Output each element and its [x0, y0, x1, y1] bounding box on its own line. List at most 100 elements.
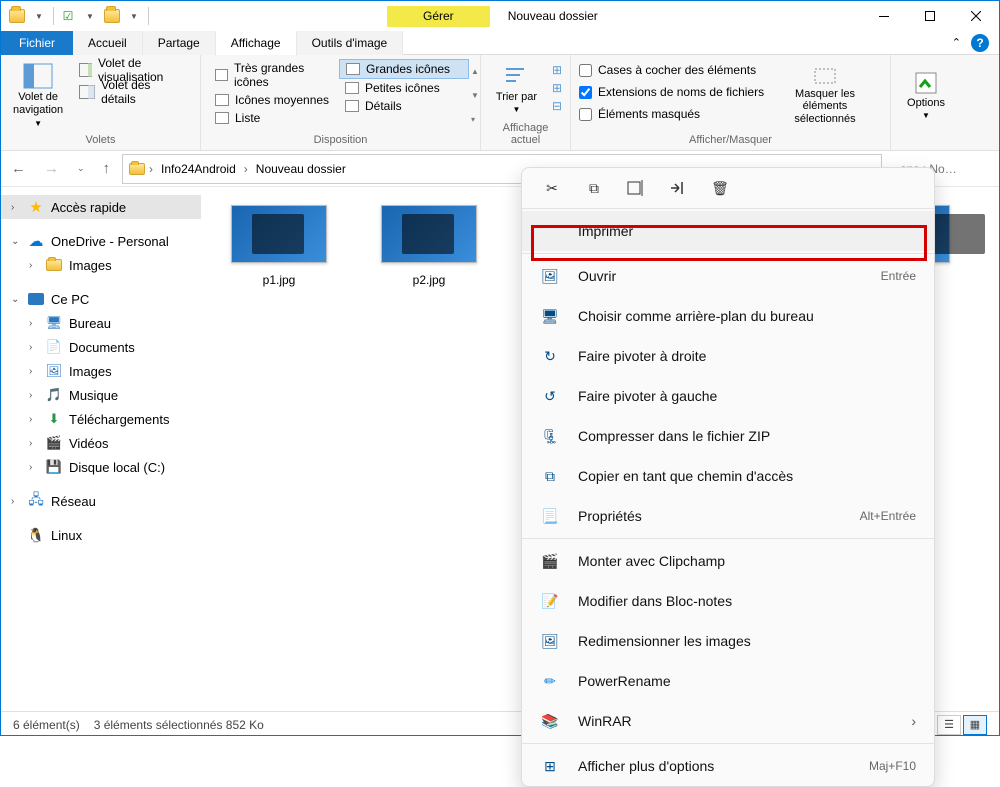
- share-icon[interactable]: [668, 178, 688, 198]
- resize-icon: 🖼: [540, 631, 560, 651]
- group-by-icon[interactable]: ⊞: [552, 63, 562, 77]
- hidden-items-toggle[interactable]: Éléments masqués: [579, 103, 769, 125]
- status-item-count: 6 élément(s): [13, 718, 80, 732]
- options-button[interactable]: Options▼: [899, 59, 953, 132]
- tree-documents[interactable]: ›📄Documents: [1, 335, 201, 359]
- gallery-down-icon[interactable]: ▼: [471, 91, 479, 100]
- tree-downloads[interactable]: ›⬇Téléchargements: [1, 407, 201, 431]
- forward-button[interactable]: →: [44, 160, 59, 177]
- cut-icon[interactable]: ✂: [542, 178, 562, 198]
- tab-file[interactable]: Fichier: [1, 31, 73, 55]
- fit-columns-icon[interactable]: ⊟: [552, 99, 562, 113]
- layout-gallery[interactable]: Très grandes icônes Icônes moyennes List…: [209, 59, 481, 132]
- copy-icon[interactable]: ⧉: [584, 178, 604, 198]
- ctx-winrar[interactable]: 📚WinRAR›: [522, 701, 934, 741]
- printer-icon: [540, 221, 560, 241]
- ctx-rotate-left[interactable]: ↺Faire pivoter à gauche: [522, 376, 934, 416]
- qat-dropdown-icon[interactable]: ▼: [31, 8, 47, 24]
- tree-music[interactable]: ›🎵Musique: [1, 383, 201, 407]
- help-icon[interactable]: ?: [971, 34, 989, 52]
- view-large-icons-toggle[interactable]: ▦: [963, 715, 987, 735]
- ctx-notepad[interactable]: 📝Modifier dans Bloc-notes: [522, 581, 934, 621]
- more-options-icon: ⊞: [540, 756, 560, 776]
- up-button[interactable]: ↑: [103, 160, 111, 177]
- view-details-toggle[interactable]: ☰: [937, 715, 961, 735]
- winrar-icon: 📚: [540, 711, 560, 731]
- ctx-powerrename[interactable]: ✏PowerRename: [522, 661, 934, 701]
- layout-details[interactable]: Détails: [339, 97, 469, 115]
- tree-cdrive[interactable]: ›💾Disque local (C:): [1, 455, 201, 479]
- crumb-folder[interactable]: Nouveau dossier: [252, 162, 350, 176]
- recent-dropdown[interactable]: ⌄: [77, 163, 85, 174]
- hide-selected-button[interactable]: Masquer les éléments sélectionnés: [777, 59, 873, 132]
- manage-contextual-tab[interactable]: Gérer: [387, 6, 490, 27]
- ctx-clipchamp[interactable]: 🎬Monter avec Clipchamp: [522, 541, 934, 581]
- layout-list[interactable]: Liste: [209, 109, 339, 127]
- documents-icon: 📄: [45, 339, 63, 355]
- crumb-root[interactable]: Info24Android: [157, 162, 240, 176]
- tree-onedrive[interactable]: ⌄☁OneDrive - Personal: [1, 229, 201, 253]
- quick-access-toolbar: ▼ ☑ ▼ ▼: [1, 7, 149, 25]
- rotate-left-icon: ↺: [540, 386, 560, 406]
- ctx-show-more[interactable]: ⊞Afficher plus d'optionsMaj+F10: [522, 746, 934, 786]
- ctx-properties[interactable]: 📃PropriétésAlt+Entrée: [522, 496, 934, 536]
- monitor-icon: [27, 291, 45, 307]
- close-button[interactable]: [953, 1, 999, 31]
- ctx-open[interactable]: 🖼OuvrirEntrée: [522, 256, 934, 296]
- tab-view[interactable]: Affichage: [216, 31, 297, 55]
- ctx-resize-images[interactable]: 🖼Redimensionner les images: [522, 621, 934, 661]
- tree-videos[interactable]: ›🎬Vidéos: [1, 431, 201, 455]
- tab-image-tools[interactable]: Outils d'image: [297, 31, 404, 55]
- file-item[interactable]: p2.jpg: [371, 205, 487, 287]
- ctx-copy-path[interactable]: ⧉Copier en tant que chemin d'accès: [522, 456, 934, 496]
- layout-small[interactable]: Petites icônes: [339, 79, 469, 97]
- collapse-ribbon-icon[interactable]: ⌃: [952, 36, 961, 49]
- folder-icon: [9, 8, 25, 24]
- tab-home[interactable]: Accueil: [73, 31, 143, 55]
- file-item[interactable]: p1.jpg: [221, 205, 337, 287]
- add-column-icon[interactable]: ⊞: [552, 81, 562, 95]
- layout-large[interactable]: Grandes icônes: [339, 59, 469, 79]
- group-showhide-label: Afficher/Masquer: [579, 132, 882, 146]
- tree-linux[interactable]: 🐧Linux: [1, 523, 201, 547]
- item-checkboxes-toggle[interactable]: Cases à cocher des éléments: [579, 59, 769, 81]
- layout-medium[interactable]: Icônes moyennes: [209, 91, 339, 109]
- qat-dropdown3-icon[interactable]: ▼: [126, 8, 142, 24]
- ctx-print[interactable]: Imprimer: [522, 211, 934, 251]
- drive-icon: 💾: [45, 459, 63, 475]
- checkbox-icon[interactable]: ☑: [60, 8, 76, 24]
- notepad-icon: 📝: [540, 591, 560, 611]
- ctx-rotate-right[interactable]: ↻Faire pivoter à droite: [522, 336, 934, 376]
- tree-this-pc[interactable]: ⌄Ce PC: [1, 287, 201, 311]
- ctx-set-background[interactable]: 🖥Choisir comme arrière-plan du bureau: [522, 296, 934, 336]
- tree-desktop[interactable]: ›🖥Bureau: [1, 311, 201, 335]
- tree-quick-access[interactable]: ›★Accès rapide: [1, 195, 201, 219]
- gallery-up-icon[interactable]: ▲: [471, 67, 479, 76]
- qat-dropdown2-icon[interactable]: ▼: [82, 8, 98, 24]
- maximize-button[interactable]: [907, 1, 953, 31]
- network-icon: 🖧: [27, 493, 45, 509]
- navigation-pane-button[interactable]: Volet de navigation ▼: [9, 59, 67, 132]
- group-panes-label: Volets: [9, 132, 192, 146]
- ctx-compress-zip[interactable]: 🗜Compresser dans le fichier ZIP: [522, 416, 934, 456]
- chevron-right-icon: ›: [911, 713, 916, 729]
- layout-extra-large[interactable]: Très grandes icônes: [209, 59, 339, 91]
- tree-network[interactable]: ›🖧Réseau: [1, 489, 201, 513]
- delete-icon[interactable]: 🗑: [710, 178, 730, 198]
- music-icon: 🎵: [45, 387, 63, 403]
- file-extensions-toggle[interactable]: Extensions de noms de fichiers: [579, 81, 769, 103]
- details-pane-button[interactable]: Volet des détails: [75, 81, 192, 103]
- minimize-button[interactable]: [861, 1, 907, 31]
- tree-images[interactable]: ›🖼Images: [1, 359, 201, 383]
- copypath-icon: ⧉: [540, 466, 560, 486]
- folder-icon: [129, 163, 145, 175]
- tree-onedrive-images[interactable]: ›Images: [1, 253, 201, 277]
- navigation-tree[interactable]: ›★Accès rapide ⌄☁OneDrive - Personal ›Im…: [1, 187, 201, 711]
- sort-by-button[interactable]: Trier par▼: [489, 59, 544, 120]
- videos-icon: 🎬: [45, 435, 63, 451]
- open-icon: 🖼: [540, 266, 560, 286]
- tab-share[interactable]: Partage: [143, 31, 216, 55]
- back-button[interactable]: ←: [11, 160, 26, 177]
- gallery-more-icon[interactable]: ▾: [471, 115, 479, 124]
- rename-icon[interactable]: [626, 178, 646, 198]
